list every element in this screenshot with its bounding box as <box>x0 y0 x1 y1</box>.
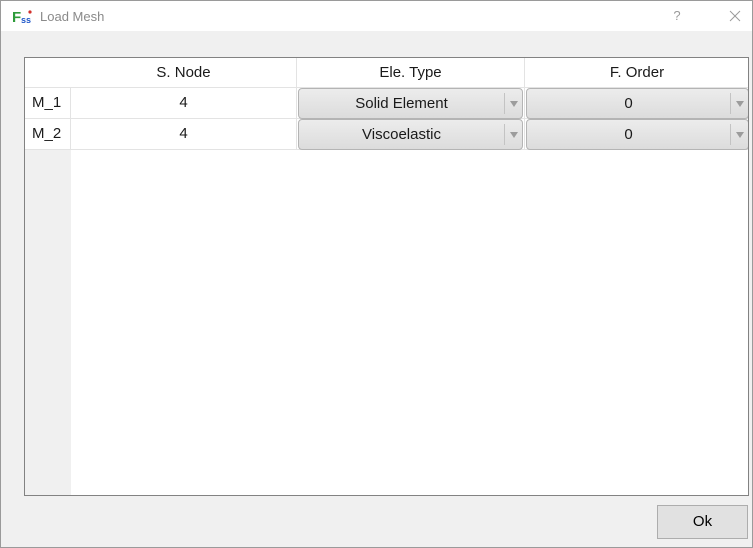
window-title: Load Mesh <box>40 9 105 24</box>
title-bar: F ss Load Mesh ? <box>1 1 752 31</box>
column-header-ele-type[interactable]: Ele. Type <box>297 58 525 88</box>
f-order-cell: 0 <box>525 88 748 119</box>
f-order-value: 0 <box>624 95 633 112</box>
dropdown-arrow-icon <box>505 120 523 149</box>
app-logo-icon: F ss <box>12 8 34 26</box>
ok-button[interactable]: Ok <box>657 505 748 539</box>
ele-type-dropdown[interactable]: Viscoelastic <box>298 119 523 150</box>
close-button[interactable] <box>723 5 747 27</box>
ele-type-value: Viscoelastic <box>362 126 441 143</box>
dropdown-arrow-icon <box>731 120 748 149</box>
close-icon <box>729 10 741 22</box>
app-logo-letter: F <box>12 9 21 24</box>
row-header-m2[interactable]: M_2 <box>25 119 71 150</box>
ele-type-dropdown[interactable]: Solid Element <box>298 88 523 119</box>
dropdown-arrow-icon <box>731 89 748 118</box>
help-icon: ? <box>673 8 681 23</box>
ele-type-cell: Solid Element <box>297 88 525 119</box>
table-corner <box>25 58 71 88</box>
s-node-cell[interactable]: 4 <box>71 119 297 150</box>
f-order-dropdown[interactable]: 0 <box>526 88 748 119</box>
f-order-cell: 0 <box>525 119 748 150</box>
app-logo-subscript: ss <box>21 15 31 24</box>
help-button[interactable]: ? <box>665 5 689 27</box>
ele-type-value: Solid Element <box>355 95 448 112</box>
column-header-f-order[interactable]: F. Order <box>525 58 748 88</box>
f-order-dropdown[interactable]: 0 <box>526 119 748 150</box>
column-header-s-node[interactable]: S. Node <box>71 58 297 88</box>
ele-type-cell: Viscoelastic <box>297 119 525 150</box>
s-node-cell[interactable]: 4 <box>71 88 297 119</box>
f-order-value: 0 <box>624 126 633 143</box>
load-mesh-dialog: F ss Load Mesh ? S. Node Ele. Type F. Or… <box>0 0 753 548</box>
mesh-table: S. Node Ele. Type F. Order M_1 4 Solid E… <box>24 57 749 496</box>
dropdown-arrow-icon <box>505 89 523 118</box>
row-header-m1[interactable]: M_1 <box>25 88 71 119</box>
